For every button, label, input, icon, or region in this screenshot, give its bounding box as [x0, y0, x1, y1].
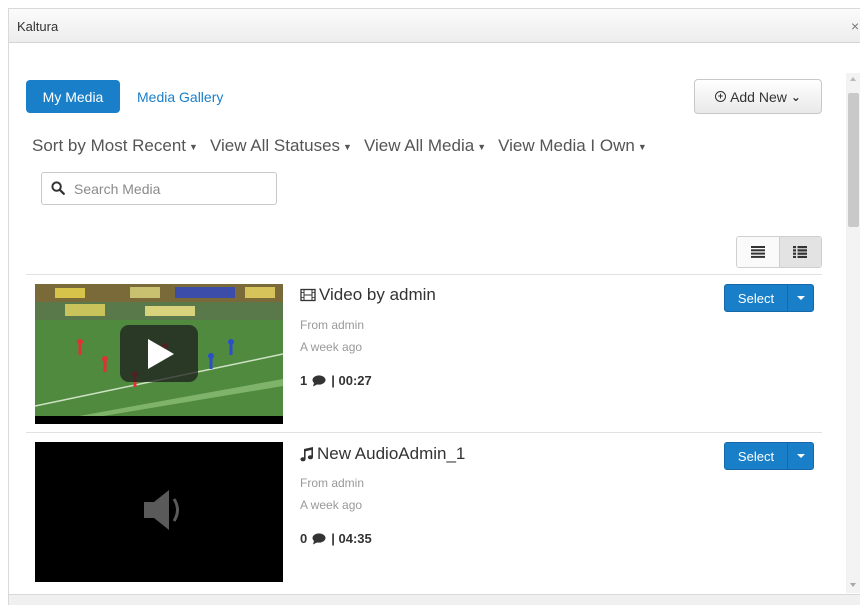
comment-icon — [312, 374, 326, 386]
comment-count: 1 — [300, 373, 308, 388]
media-stats: 1 | 00:27 — [300, 373, 372, 388]
list-view-button[interactable] — [737, 237, 779, 267]
audio-thumbnail[interactable] — [35, 442, 283, 582]
filter-bar: Sort by Most Recent ▼ View All Statuses ▼ … — [32, 136, 659, 158]
media-title-text: New AudioAdmin_1 — [317, 444, 466, 463]
caret-down-icon — [796, 454, 805, 458]
view-toggle — [736, 236, 822, 268]
select-button[interactable]: Select — [724, 284, 814, 312]
play-icon — [148, 339, 174, 369]
ownership-filter-label: View Media I Own — [498, 136, 635, 155]
play-button-overlay[interactable] — [120, 325, 198, 382]
speaker-icon — [35, 442, 283, 582]
select-button-label: Select — [737, 290, 775, 306]
film-icon — [300, 288, 316, 302]
media-date: A week ago — [300, 498, 363, 512]
search-box — [41, 172, 277, 205]
comment-icon — [312, 532, 326, 544]
scrollbar-thumb[interactable] — [848, 93, 859, 227]
caret-down-icon: ▼ — [477, 141, 487, 152]
comment-count: 0 — [300, 531, 308, 546]
ownership-filter-dropdown[interactable]: View Media I Own ▼ — [498, 136, 647, 158]
window-bottom-bar — [9, 594, 860, 605]
select-dropdown-toggle[interactable] — [787, 443, 813, 469]
media-title[interactable]: New AudioAdmin_1 — [300, 444, 465, 464]
media-owner: From admin — [300, 476, 365, 490]
media-stats: 0 | 04:35 — [300, 531, 372, 546]
media-owner: From admin — [300, 318, 365, 332]
status-filter-label: View All Statuses — [209, 136, 341, 155]
caret-down-icon: ▼ — [189, 141, 198, 152]
tab-media-gallery[interactable]: Media Gallery — [137, 89, 223, 105]
media-type-filter-label: View All Media — [363, 136, 475, 155]
detailed-list-view-button[interactable] — [778, 237, 821, 267]
add-new-label: Add New — [730, 88, 787, 105]
plus-circle-icon: + — [715, 91, 727, 102]
sort-dropdown[interactable]: Sort by Most Recent ▼ — [32, 136, 198, 158]
vertical-scrollbar[interactable] — [846, 73, 860, 593]
list-divider — [26, 432, 822, 433]
add-new-button[interactable]: + Add New ⌄ — [694, 79, 822, 114]
sort-dropdown-label: Sort by Most Recent — [32, 136, 187, 155]
detailed-list-icon — [793, 246, 808, 258]
chevron-down-icon: ⌄ — [790, 89, 801, 104]
search-input[interactable] — [74, 179, 270, 199]
media-date: A week ago — [300, 340, 363, 354]
select-button[interactable]: Select — [724, 442, 814, 470]
tab-my-media[interactable]: My Media — [26, 80, 120, 113]
scroll-down-arrow-icon[interactable] — [850, 583, 856, 587]
list-divider — [26, 274, 822, 275]
media-type-filter-dropdown[interactable]: View All Media ▼ — [364, 136, 486, 158]
media-title[interactable]: Video by admin — [300, 285, 436, 305]
video-thumbnail[interactable] — [35, 284, 283, 424]
caret-down-icon — [796, 296, 805, 300]
close-icon[interactable]: × — [851, 18, 860, 34]
media-title-text: Video by admin — [319, 285, 436, 304]
window-title: Kaltura — [17, 19, 59, 34]
caret-down-icon: ▼ — [637, 141, 647, 152]
scroll-up-arrow-icon[interactable] — [850, 77, 856, 81]
media-duration: | 04:35 — [331, 531, 372, 546]
media-duration: | 00:27 — [331, 373, 372, 388]
select-dropdown-toggle[interactable] — [787, 285, 813, 311]
caret-down-icon: ▼ — [343, 141, 352, 152]
list-view-icon — [750, 246, 765, 258]
search-icon — [51, 181, 65, 195]
select-button-label: Select — [737, 448, 775, 464]
status-filter-dropdown[interactable]: View All Statuses ▼ — [210, 136, 352, 158]
music-note-icon — [300, 446, 313, 461]
window-titlebar: Kaltura × — [9, 9, 860, 43]
